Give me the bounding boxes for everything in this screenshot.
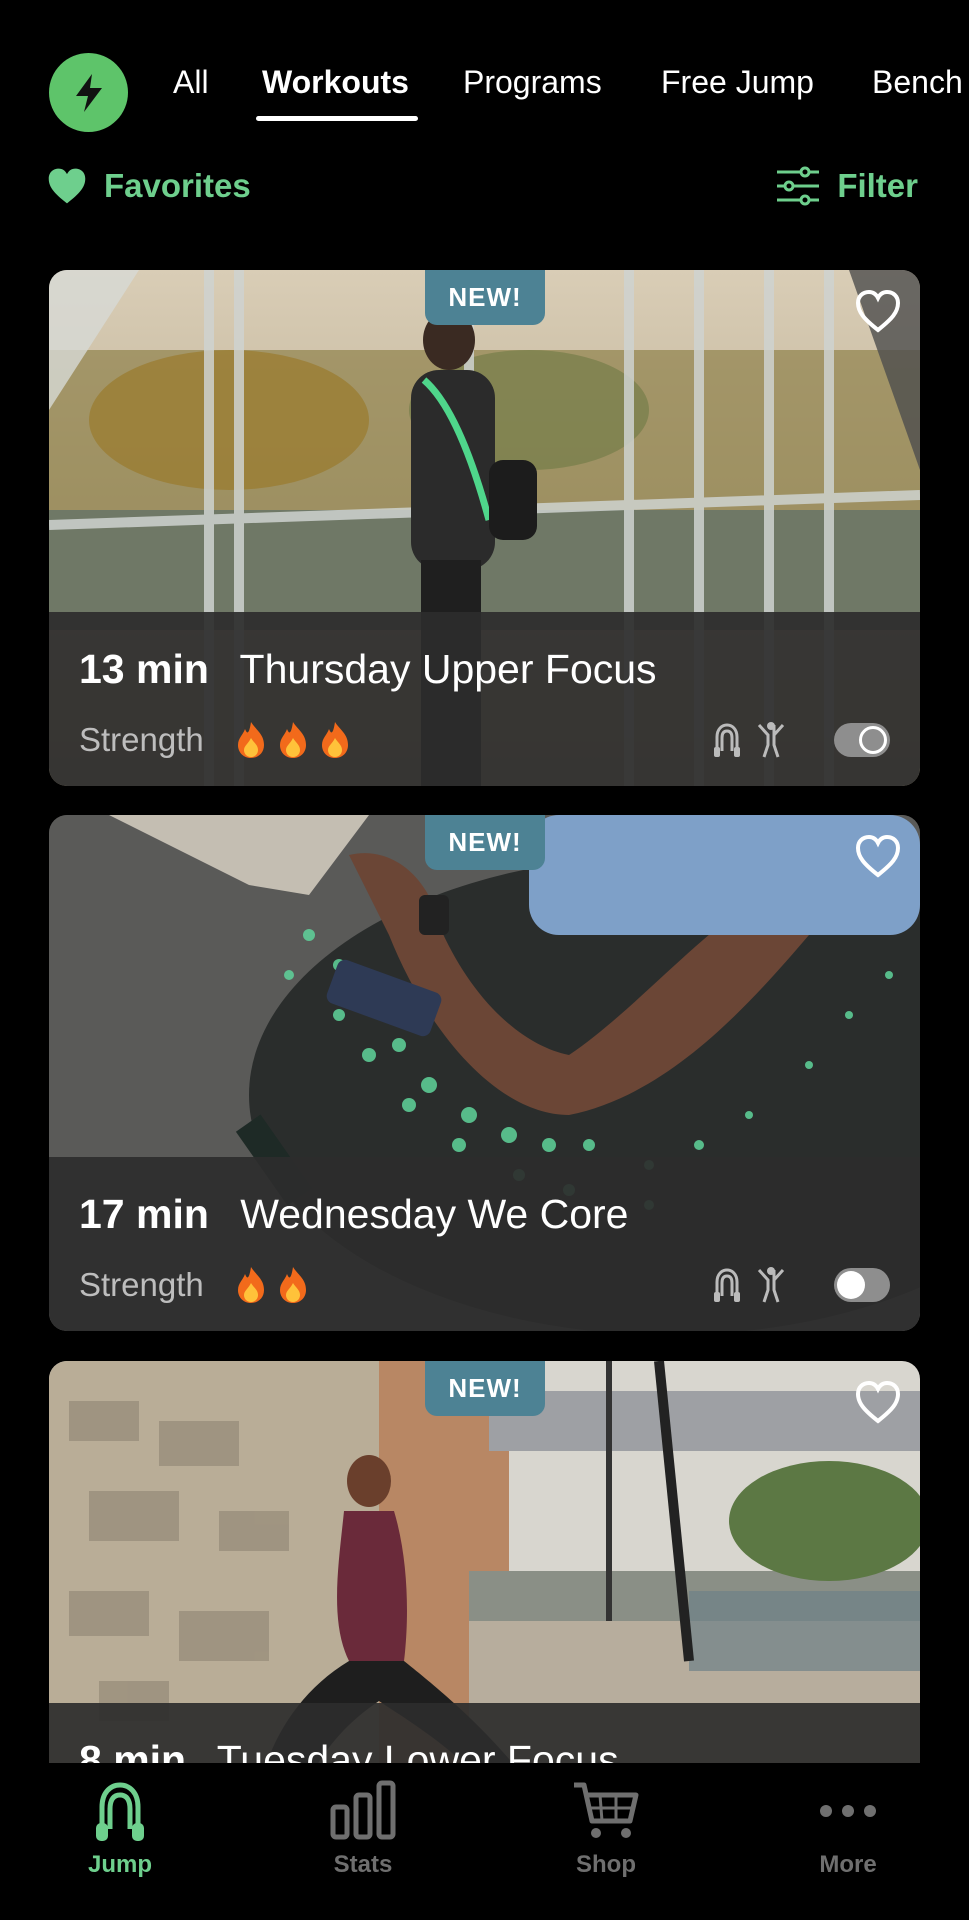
nav-stats-label: Stats: [333, 1851, 393, 1878]
toggle-knob: [859, 726, 887, 754]
workout-card[interactable]: NEW! 13 min Thursday Upper Focus Strengt…: [49, 270, 920, 786]
workout-toggle[interactable]: [834, 723, 890, 757]
filter-label: Filter: [837, 167, 918, 204]
card-info-panel: 8 min Tuesday Lower Focus: [49, 1703, 920, 1763]
favorite-heart-icon[interactable]: [854, 1379, 902, 1425]
workout-category: Strength: [79, 721, 204, 758]
tab-all[interactable]: All: [173, 60, 209, 104]
nav-stats[interactable]: Stats: [283, 1779, 443, 1879]
nav-shop-label: Shop: [576, 1851, 636, 1878]
filter-button[interactable]: Filter: [775, 158, 918, 214]
new-badge: NEW!: [425, 270, 545, 325]
jump-rope-icon: [96, 1782, 144, 1841]
favorites-label: Favorites: [104, 167, 251, 204]
toggle-knob: [837, 1271, 865, 1299]
flame-icon: [279, 1267, 306, 1303]
nav-more-label: More: [819, 1851, 877, 1878]
workout-duration: 8 min: [79, 1737, 187, 1763]
tab-bench[interactable]: Bench: [872, 60, 963, 104]
new-badge: NEW!: [425, 1361, 545, 1416]
quick-start-button[interactable]: [49, 53, 128, 132]
card-info-panel: 13 min Thursday Upper Focus Strength: [49, 612, 920, 786]
tab-programs[interactable]: Programs: [463, 60, 602, 104]
workout-card[interactable]: NEW! 17 min Wednesday We Core Strength: [49, 815, 920, 1331]
favorite-heart-icon[interactable]: [854, 833, 902, 879]
heart-filled-icon: [48, 168, 86, 204]
jump-rope-icon: [714, 723, 740, 757]
flame-icon: [279, 722, 306, 758]
more-dots-icon: [820, 1805, 876, 1817]
favorite-heart-icon[interactable]: [854, 288, 902, 334]
nav-jump[interactable]: Jump: [40, 1779, 200, 1879]
workout-title: Thursday Upper Focus: [239, 646, 657, 692]
workout-toggle[interactable]: [834, 1268, 890, 1302]
flame-icon: [237, 1267, 264, 1303]
nav-jump-label: Jump: [87, 1851, 152, 1878]
tab-workouts[interactable]: Workouts: [262, 60, 409, 104]
sliders-icon: [777, 166, 820, 206]
workout-title: Tuesday Lower Focus: [216, 1737, 619, 1763]
workout-duration: 13 min: [79, 646, 209, 692]
tab-free-jump[interactable]: Free Jump: [661, 60, 814, 104]
favorites-filter-row: Favorites Filter: [0, 158, 969, 214]
bodyweight-icon: [757, 722, 785, 758]
cart-icon: [574, 1782, 639, 1838]
nav-more[interactable]: More: [768, 1779, 928, 1879]
card-info-panel: 17 min Wednesday We Core Strength: [49, 1157, 920, 1331]
lightning-bolt-icon: [75, 73, 102, 112]
favorites-button[interactable]: Favorites: [44, 158, 251, 214]
workout-card[interactable]: NEW! 8 min Tuesday Lower Focus: [49, 1361, 920, 1763]
workout-title: Wednesday We Core: [240, 1191, 629, 1237]
bottom-navigation: Jump Stats Shop More: [0, 1763, 969, 1920]
bodyweight-icon: [757, 1267, 785, 1303]
flame-icon: [321, 722, 348, 758]
workout-category: Strength: [79, 1266, 204, 1303]
new-badge: NEW!: [425, 815, 545, 870]
workout-duration: 17 min: [79, 1191, 209, 1237]
jump-rope-icon: [714, 1268, 740, 1302]
top-tab-bar: All Workouts Programs Free Jump Bench: [0, 0, 969, 140]
workout-feed[interactable]: NEW! 13 min Thursday Upper Focus Strengt…: [0, 0, 969, 1763]
stats-icon: [330, 1780, 396, 1840]
nav-shop[interactable]: Shop: [526, 1779, 686, 1879]
active-tab-indicator: [256, 116, 418, 121]
flame-icon: [237, 722, 264, 758]
